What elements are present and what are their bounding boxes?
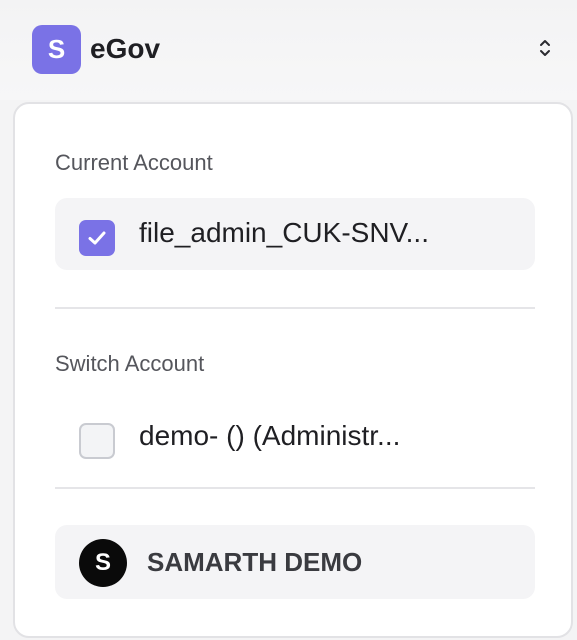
account-switcher-header[interactable]: S eGov: [0, 0, 577, 100]
app-name: eGov: [90, 33, 161, 64]
divider: [55, 487, 535, 489]
checked-checkbox-icon[interactable]: [79, 220, 115, 256]
account-dropdown-panel: Current Account file_admin_CUK-SNV... Sw…: [13, 102, 573, 638]
unchecked-checkbox-icon[interactable]: [79, 423, 115, 459]
current-account-name: file_admin_CUK-SNV...: [139, 217, 429, 248]
switch-account-item[interactable]: demo- () (Administr...: [55, 401, 535, 473]
organization-avatar: S: [79, 539, 127, 587]
current-account-item[interactable]: file_admin_CUK-SNV...: [55, 198, 535, 270]
app-logo: S: [32, 25, 81, 74]
chevron-up-down-icon[interactable]: [530, 32, 560, 64]
organization-name: SAMARTH DEMO: [147, 547, 363, 577]
switch-account-name: demo- () (Administr...: [139, 420, 401, 451]
current-account-heading: Current Account: [55, 150, 213, 175]
organization-item[interactable]: S SAMARTH DEMO: [55, 525, 535, 599]
switch-account-heading: Switch Account: [55, 351, 205, 376]
divider: [55, 307, 535, 309]
